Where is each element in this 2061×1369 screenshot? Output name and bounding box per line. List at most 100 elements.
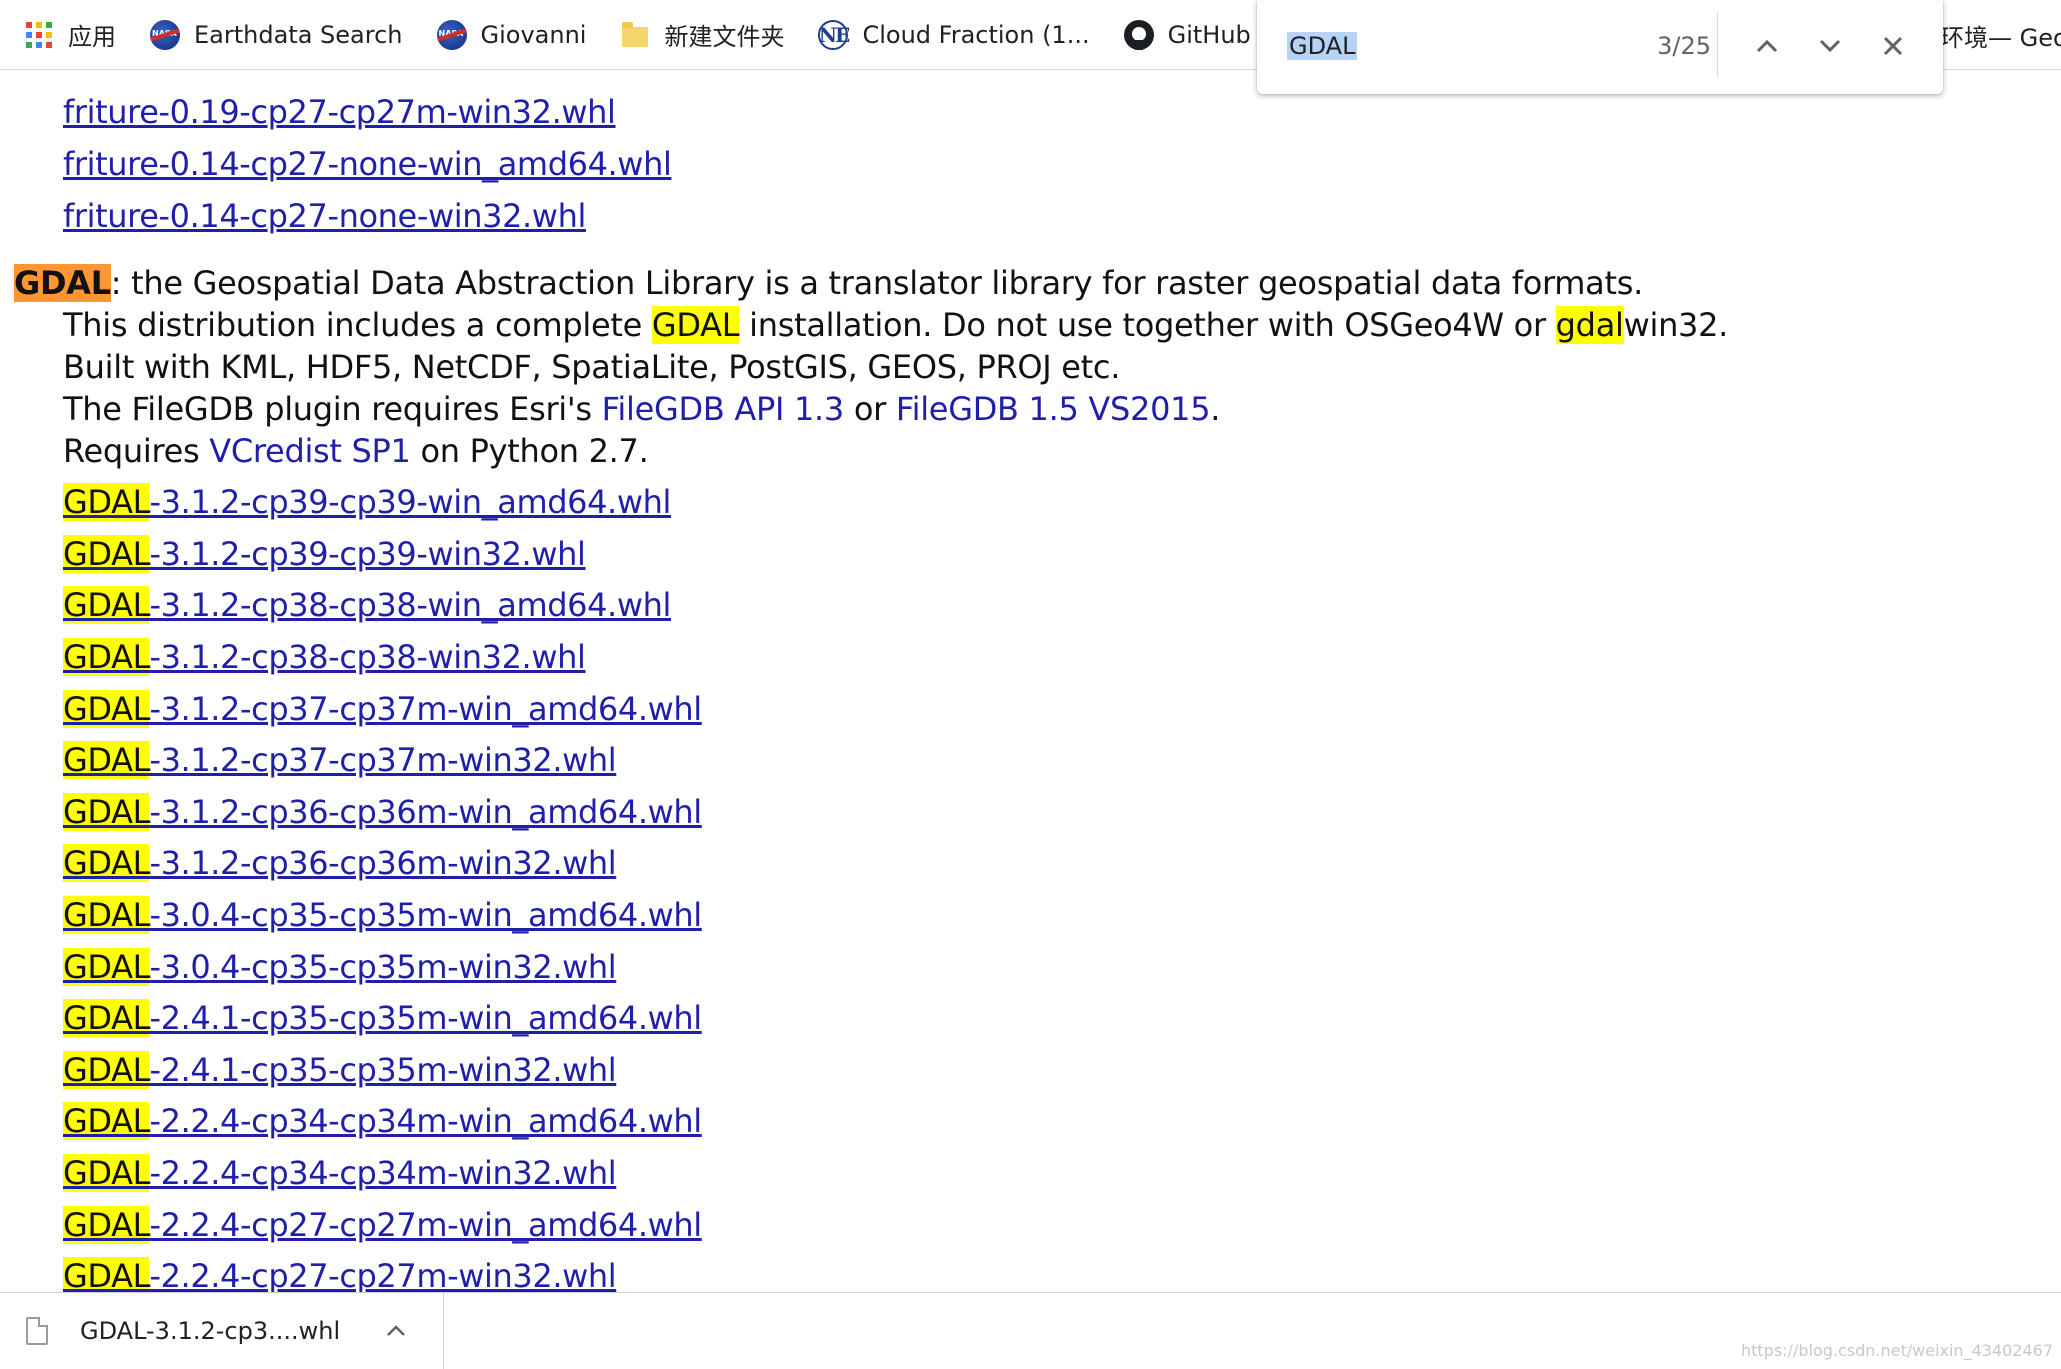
gdal-description-line: Built with KML, HDF5, NetCDF, SpatiaLite… — [63, 348, 1121, 386]
search-highlight: GDAL — [63, 896, 150, 934]
search-highlight: GDAL — [63, 999, 150, 1037]
bookmark-overflow[interactable]: 环境— Geo — [1940, 0, 2061, 70]
ne-icon: NE — [818, 19, 850, 50]
find-close-button[interactable] — [1869, 22, 1917, 70]
wheel-filename: -2.4.1-cp35-cp35m-win_amd64.whl — [149, 999, 702, 1037]
friture-link[interactable]: friture-0.14-cp27-none-win32.whl — [63, 194, 586, 238]
apps-grid-icon — [24, 20, 54, 50]
gdal-wheel-link[interactable]: GDAL-2.2.4-cp34-cp34m-win32.whl — [63, 1151, 617, 1195]
wheel-filename: -3.1.2-cp38-cp38-win32.whl — [149, 638, 586, 676]
bookmark-label: 新建文件夹 — [664, 23, 785, 51]
gdal-description-text: : the Geospatial Data Abstraction Librar… — [110, 264, 1643, 302]
bookmark-label: Earthdata Search — [194, 20, 403, 49]
bookmark-overflow-label: 环境— Geo — [1940, 23, 2061, 52]
wheel-filename: -2.2.4-cp27-cp27m-win_amd64.whl — [149, 1206, 702, 1244]
close-icon — [1883, 36, 1903, 56]
wheel-filename: -3.1.2-cp38-cp38-win_amd64.whl — [149, 586, 671, 624]
chevron-up-icon — [387, 1325, 405, 1336]
vcredist-link[interactable]: VCredist SP1 — [209, 432, 411, 470]
find-match-count: 3/25 — [1657, 32, 1711, 60]
wheel-filename: -3.1.2-cp37-cp37m-win32.whl — [149, 741, 617, 779]
wheel-filename: -3.0.4-cp35-cp35m-win_amd64.whl — [149, 896, 702, 934]
gdal-wheel-link[interactable]: GDAL-2.4.1-cp35-cp35m-win32.whl — [63, 1048, 617, 1092]
download-shelf: GDAL-3.1.2-cp3....whl https://blog.csdn.… — [0, 1292, 2061, 1369]
search-highlight: GDAL — [63, 1102, 150, 1140]
search-highlight: GDAL — [63, 1051, 150, 1089]
bookmark-apps[interactable]: 应用 — [12, 9, 128, 61]
wheel-filename: -2.2.4-cp27-cp27m-win32.whl — [149, 1257, 617, 1292]
gdal-wheel-link[interactable]: GDAL-3.1.2-cp36-cp36m-win32.whl — [63, 841, 617, 885]
find-separator — [1717, 12, 1718, 78]
github-icon — [1123, 19, 1154, 50]
bookmark-label: Cloud Fraction (1... — [862, 20, 1090, 49]
gdal-description-line: The FileGDB plugin requires Esri's FileG… — [63, 388, 1220, 430]
gdal-description-line: This distribution includes a complete GD… — [63, 304, 1728, 346]
find-next-button[interactable] — [1806, 22, 1854, 70]
wheel-filename: -3.1.2-cp39-cp39-win32.whl — [149, 535, 586, 573]
gdal-wheel-link[interactable]: GDAL-3.0.4-cp35-cp35m-win32.whl — [63, 945, 617, 989]
description-text: or — [843, 390, 896, 428]
file-icon — [26, 1317, 48, 1345]
gdal-wheel-link[interactable]: GDAL-3.1.2-cp37-cp37m-win_amd64.whl — [63, 687, 702, 731]
search-highlight: GDAL — [63, 638, 150, 676]
gdal-wheel-link[interactable]: GDAL-2.2.4-cp27-cp27m-win_amd64.whl — [63, 1203, 702, 1247]
gdal-wheel-link[interactable]: GDAL-3.1.2-cp36-cp36m-win_amd64.whl — [63, 790, 702, 834]
search-highlight: GDAL — [63, 1206, 150, 1244]
bookmark-earthdata-search[interactable]: Earthdata Search — [138, 9, 415, 61]
search-highlight: GDAL — [63, 1257, 150, 1292]
filegdb-vs2015-link[interactable]: FileGDB 1.5 VS2015 — [896, 390, 1211, 428]
description-text: on Python 2.7. — [410, 432, 649, 470]
wheel-filename: -3.0.4-cp35-cp35m-win32.whl — [149, 948, 617, 986]
gdal-description-line: GDAL: the Geospatial Data Abstraction Li… — [14, 262, 1643, 304]
gdal-wheel-link[interactable]: GDAL-2.2.4-cp34-cp34m-win_amd64.whl — [63, 1099, 702, 1143]
folder-icon — [620, 20, 650, 50]
search-highlight: GDAL — [63, 793, 150, 831]
download-options-button[interactable] — [378, 1313, 414, 1349]
page-content: friture-0.19-cp27-cp27m-win32.whl fritur… — [0, 70, 2061, 1292]
gdal-wheel-link[interactable]: GDAL-3.1.2-cp38-cp38-win_amd64.whl — [63, 583, 671, 627]
filegdb-api-link[interactable]: FileGDB API 1.3 — [602, 390, 845, 428]
watermark: https://blog.csdn.net/weixin_43402467 — [1740, 1341, 2053, 1360]
bookmark-cloud-fraction[interactable]: NE Cloud Fraction (1... — [806, 9, 1101, 61]
find-query: GDAL — [1287, 32, 1358, 60]
nasa-icon — [436, 19, 467, 50]
description-text: This distribution includes a complete — [63, 306, 652, 344]
gdal-wheel-link[interactable]: GDAL-3.0.4-cp35-cp35m-win_amd64.whl — [63, 893, 702, 937]
wheel-filename: -3.1.2-cp37-cp37m-win_amd64.whl — [149, 690, 702, 728]
find-previous-button[interactable] — [1743, 22, 1791, 70]
search-highlight: GDAL — [63, 690, 150, 728]
bookmark-label: GitHub — [1167, 20, 1251, 49]
gdal-wheel-link[interactable]: GDAL-2.4.1-cp35-cp35m-win_amd64.whl — [63, 996, 702, 1040]
download-file-name: GDAL-3.1.2-cp3....whl — [80, 1317, 341, 1345]
description-text: . — [1210, 390, 1221, 428]
gdal-wheel-link[interactable]: GDAL-3.1.2-cp39-cp39-win32.whl — [63, 532, 586, 576]
gdal-package-name: GDAL — [14, 264, 111, 302]
bookmark-new-folder[interactable]: 新建文件夹 — [608, 9, 796, 61]
bookmark-label: Giovanni — [480, 20, 587, 49]
gdal-wheel-link[interactable]: GDAL-3.1.2-cp38-cp38-win32.whl — [63, 635, 586, 679]
wheel-filename: -2.4.1-cp35-cp35m-win32.whl — [149, 1051, 617, 1089]
description-text: Requires — [63, 432, 210, 470]
friture-link[interactable]: friture-0.14-cp27-none-win_amd64.whl — [63, 142, 672, 186]
wheel-filename: -2.2.4-cp34-cp34m-win32.whl — [149, 1154, 617, 1192]
search-highlight: GDAL — [651, 306, 740, 344]
description-text: installation. Do not use together with O… — [739, 306, 1556, 344]
description-text: The FileGDB plugin requires Esri's — [63, 390, 602, 428]
bookmark-github[interactable]: GitHub — [1112, 9, 1263, 61]
search-highlight: GDAL — [63, 844, 150, 882]
gdal-wheel-link[interactable]: GDAL-2.2.4-cp27-cp27m-win32.whl — [63, 1254, 617, 1292]
chevron-up-icon — [1756, 39, 1778, 53]
nasa-icon — [150, 19, 180, 50]
friture-link[interactable]: friture-0.19-cp27-cp27m-win32.whl — [63, 90, 616, 134]
bookmark-giovanni[interactable]: Giovanni — [425, 9, 599, 61]
download-item[interactable]: GDAL-3.1.2-cp3....whl — [0, 1293, 444, 1369]
bookmark-apps-label: 应用 — [68, 23, 116, 51]
find-input[interactable]: GDAL — [1287, 28, 1358, 64]
wheel-filename: -2.2.4-cp34-cp34m-win_amd64.whl — [149, 1102, 702, 1140]
wheel-filename: -3.1.2-cp36-cp36m-win_amd64.whl — [149, 793, 702, 831]
search-highlight: GDAL — [63, 535, 150, 573]
wheel-filename: -3.1.2-cp36-cp36m-win32.whl — [149, 844, 617, 882]
gdal-wheel-link[interactable]: GDAL-3.1.2-cp37-cp37m-win32.whl — [63, 738, 617, 782]
chevron-down-icon — [1819, 39, 1841, 53]
gdal-wheel-link[interactable]: GDAL-3.1.2-cp39-cp39-win_amd64.whl — [63, 480, 671, 524]
